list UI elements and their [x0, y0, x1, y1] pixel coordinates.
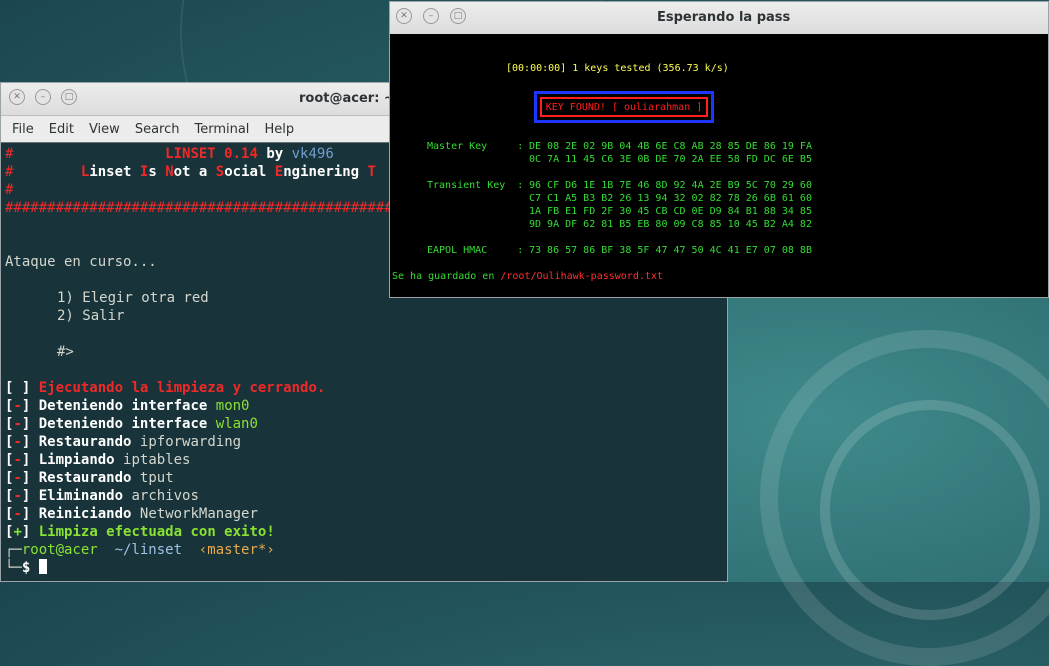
- key-found-text: KEY FOUND! [ ouliarahman ]: [540, 97, 708, 117]
- window-title: root@acer: ~: [299, 91, 395, 106]
- step-line: [-] Deteniendo interface wlan0: [5, 416, 258, 432]
- menu-search[interactable]: Search: [128, 122, 188, 137]
- text-cursor: [38, 559, 47, 574]
- banner-line-2: # Linset Is Not a Social Enginering T: [5, 164, 376, 180]
- step-line: [-] Eliminando archivos: [5, 488, 199, 504]
- progress-line: [00:00:00] 1 keys tested (356.73 k/s): [506, 63, 729, 74]
- close-icon[interactable]: ✕: [9, 89, 25, 105]
- menu-view[interactable]: View: [82, 122, 128, 137]
- transient-key-row: 96 CF D6 1E 1B 7E 46 8D 92 4A 2E B9 5C 7…: [529, 180, 812, 191]
- banner-line-3: #: [5, 182, 14, 198]
- eapol-value: 73 86 57 86 BF 38 5F 47 47 50 4C 41 E7 0…: [529, 245, 812, 256]
- step-line: [-] Deteniendo interface mon0: [5, 398, 250, 414]
- master-key-row: 0C 7A 11 45 C6 3E 0B DE 70 2A EE 58 FD D…: [529, 154, 812, 165]
- step-line: [-] Reiniciando NetworkManager: [5, 506, 258, 522]
- input-prompt: #>: [57, 344, 74, 360]
- transient-key-row: 9D 9A DF 62 81 B5 EB 80 09 C8 85 10 45 B…: [529, 219, 812, 230]
- step-line: [-] Restaurando tput: [5, 470, 174, 486]
- transient-key-row: C7 C1 A5 B3 B2 26 13 94 32 02 82 78 26 6…: [529, 193, 812, 204]
- menu-terminal[interactable]: Terminal: [187, 122, 257, 137]
- done-line: [+] Limpiza efectuada con exito!: [5, 524, 275, 540]
- wallpaper-swirl: [820, 400, 1040, 620]
- crack-titlebar[interactable]: ✕ – □ Esperando la pass: [390, 2, 1048, 35]
- master-key-row: DE 08 2E 02 9B 04 4B 6E C8 AB 28 85 DE 8…: [529, 141, 812, 152]
- menu-edit[interactable]: Edit: [42, 122, 82, 137]
- shell-input-line[interactable]: └─$: [5, 559, 47, 577]
- transient-key-row: 1A FB E1 FD 2F 30 45 CB CD 0E D9 84 B1 8…: [529, 206, 812, 217]
- menu-help[interactable]: Help: [257, 122, 302, 137]
- window-title: Esperando la pass: [657, 10, 791, 25]
- attack-status: Ataque en curso...: [5, 254, 157, 270]
- saved-path-line: Se ha guardado en /root/Oulihawk-passwor…: [392, 271, 663, 282]
- shell-prompt: ┌─root@acer ~/linset ‹master*›: [5, 542, 275, 558]
- cleanup-header: [ ] Ejecutando la limpieza y cerrando.: [5, 380, 326, 396]
- step-line: [-] Limpiando iptables: [5, 452, 191, 468]
- maximize-icon[interactable]: □: [450, 8, 466, 24]
- crack-output[interactable]: [00:00:00] 1 keys tested (356.73 k/s) KE…: [390, 34, 1048, 297]
- option-2: 2) Salir: [57, 308, 125, 324]
- maximize-icon[interactable]: □: [61, 89, 77, 105]
- banner-line-1: # LINSET 0.14 by vk496: [5, 146, 334, 162]
- transient-key-label: Transient Key :: [427, 180, 524, 191]
- close-icon[interactable]: ✕: [396, 8, 412, 24]
- master-key-label: Master Key :: [427, 141, 524, 152]
- crack-window[interactable]: ✕ – □ Esperando la pass [00:00:00] 1 key…: [389, 1, 1049, 298]
- menu-file[interactable]: File: [5, 122, 42, 137]
- minimize-icon[interactable]: –: [423, 8, 439, 24]
- minimize-icon[interactable]: –: [35, 89, 51, 105]
- key-found-box: KEY FOUND! [ ouliarahman ]: [534, 91, 714, 123]
- step-line: [-] Restaurando ipforwarding: [5, 434, 242, 450]
- option-1: 1) Elegir otra red: [57, 290, 209, 306]
- eapol-label: EAPOL HMAC :: [427, 245, 524, 256]
